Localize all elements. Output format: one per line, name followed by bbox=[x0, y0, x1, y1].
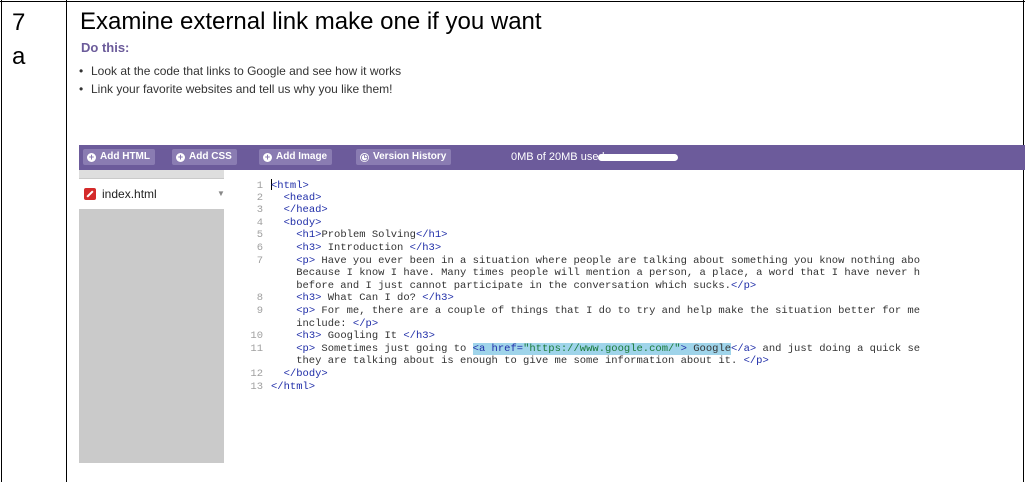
sidebar-header bbox=[79, 170, 224, 178]
code-text: <p> Have you ever been in a situation wh… bbox=[296, 254, 921, 267]
code-area[interactable]: 1 <html> 2 <head> 3 </head> 4 <body> 5 <h1>Pr… bbox=[249, 179, 920, 393]
editor-toolbar: + Add HTML + Add CSS + Add Image ◷ Version H… bbox=[79, 145, 1025, 170]
code-line: include: </p> bbox=[249, 318, 920, 331]
add-css-label: Add CSS bbox=[189, 151, 232, 162]
storage-progress-bar bbox=[598, 154, 678, 161]
add-html-button[interactable]: + Add HTML bbox=[83, 149, 155, 165]
line-number: 6 bbox=[256, 241, 263, 254]
code-text: <html> bbox=[271, 179, 309, 192]
line-number: 7 bbox=[256, 254, 263, 267]
version-history-button[interactable]: ◷ Version History bbox=[356, 149, 452, 165]
instructions-heading: Do this: bbox=[81, 40, 130, 55]
code-text: <p> Sometimes just going to <a href="htt… bbox=[296, 342, 921, 355]
code-line: 13 </html> bbox=[249, 381, 920, 394]
code-line: 10 <h3> Googling It </h3> bbox=[249, 330, 920, 343]
pencil-file-icon bbox=[84, 188, 96, 200]
code-text: before and I just cannot participate in … bbox=[271, 279, 757, 292]
code-line: 12 </body> bbox=[249, 368, 920, 381]
code-editor-screenshot: + Add HTML + Add CSS + Add Image ◷ Version H… bbox=[79, 145, 1025, 463]
code-text: <h3> What Can I do? </h3> bbox=[296, 292, 454, 305]
storage-progress-fill bbox=[598, 154, 678, 161]
code-line: 5 <h1>Problem Solving</h1> bbox=[249, 229, 920, 242]
file-sidebar: index.html ▼ bbox=[79, 170, 225, 463]
code-text: they are talking about is enough to give… bbox=[271, 355, 769, 368]
add-image-label: Add Image bbox=[276, 151, 328, 162]
line-number: 8 bbox=[256, 292, 263, 305]
line-number: 10 bbox=[250, 330, 263, 343]
code-line: 8 <h3> What Can I do? </h3> bbox=[249, 292, 920, 305]
page-title: Examine external link make one if you wa… bbox=[80, 8, 542, 35]
code-text: <body> bbox=[283, 216, 322, 229]
code-text: </html> bbox=[271, 380, 316, 393]
line-number: 4 bbox=[256, 216, 263, 229]
code-line: 6 <h3> Introduction </h3> bbox=[249, 242, 920, 255]
add-html-label: Add HTML bbox=[100, 151, 150, 162]
add-image-button[interactable]: + Add Image bbox=[259, 149, 333, 165]
instructions-list: Look at the code that links to Google an… bbox=[79, 62, 401, 98]
code-text: </body> bbox=[283, 367, 328, 380]
code-line: 3 </head> bbox=[249, 204, 920, 217]
line-number: 11 bbox=[250, 342, 263, 355]
line-number: 13 bbox=[250, 380, 263, 393]
code-text: <h3> Introduction </h3> bbox=[296, 241, 442, 254]
code-line: they are talking about is enough to give… bbox=[249, 355, 920, 368]
plus-icon: + bbox=[87, 152, 96, 162]
line-number: 3 bbox=[256, 204, 263, 217]
code-text: <h1>Problem Solving</h1> bbox=[296, 229, 448, 242]
code-text: Because I know I have. Many times people… bbox=[271, 267, 921, 280]
table-column-divider bbox=[66, 0, 67, 482]
list-item: Link your favorite websites and tell us … bbox=[79, 80, 401, 98]
plus-icon: + bbox=[263, 152, 272, 162]
code-text: <h3> Googling It </h3> bbox=[296, 330, 435, 343]
code-line: 11 <p> Sometimes just going to <a href="… bbox=[249, 342, 921, 356]
code-line: 4 <body> bbox=[249, 217, 920, 230]
page: 7 a Examine external link make one if yo… bbox=[0, 0, 1025, 482]
code-text: </head> bbox=[283, 204, 328, 217]
code-line: 7 <p> Have you ever been in a situation … bbox=[249, 255, 920, 268]
file-name: index.html bbox=[102, 187, 157, 201]
code-line: 9 <p> For me, there are a couple of thin… bbox=[249, 305, 920, 318]
clock-icon: ◷ bbox=[360, 152, 369, 162]
code-text: include: </p> bbox=[271, 317, 379, 330]
code-line: 2 <head> bbox=[249, 192, 920, 205]
version-history-label: Version History bbox=[373, 151, 447, 162]
table-left-border bbox=[1, 0, 2, 482]
code-text: <p> For me, there are a couple of things… bbox=[296, 304, 921, 317]
file-item-index-html[interactable]: index.html ▼ bbox=[79, 179, 225, 209]
code-line: before and I just cannot participate in … bbox=[249, 280, 920, 293]
storage-usage: 0MB of 20MB used bbox=[511, 151, 605, 163]
list-item: Look at the code that links to Google an… bbox=[79, 62, 401, 80]
line-number: 5 bbox=[256, 229, 263, 242]
plus-icon: + bbox=[176, 152, 185, 162]
code-line: Because I know I have. Many times people… bbox=[249, 267, 920, 280]
add-css-button[interactable]: + Add CSS bbox=[172, 149, 237, 165]
table-top-border bbox=[0, 1, 1025, 2]
code-text: <head> bbox=[283, 191, 322, 204]
line-number: 2 bbox=[256, 191, 263, 204]
line-number: 9 bbox=[256, 304, 263, 317]
step-number: 7 a bbox=[12, 9, 26, 70]
code-line: 1 <html> bbox=[249, 179, 920, 192]
line-number: 12 bbox=[250, 367, 263, 380]
chevron-down-icon[interactable]: ▼ bbox=[217, 189, 225, 198]
